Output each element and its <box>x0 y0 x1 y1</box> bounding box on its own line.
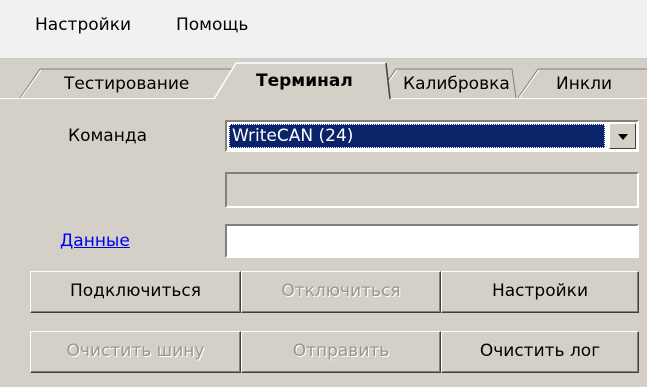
command-combobox[interactable]: WriteCAN (24) <box>225 120 639 152</box>
connect-button[interactable]: Подключиться <box>30 271 241 313</box>
secondary-readonly-field <box>225 172 639 208</box>
menu-bar: Настройки Помощь <box>0 0 647 59</box>
menu-settings[interactable]: Настройки <box>35 15 131 35</box>
data-link[interactable]: Данные <box>60 231 130 251</box>
clear-bus-button[interactable]: Очистить шину <box>30 331 241 373</box>
command-dropdown-button[interactable] <box>609 123 636 149</box>
tab-calibration-label: Калибровка <box>403 74 510 94</box>
data-input[interactable] <box>227 226 637 256</box>
clear-log-button[interactable]: Очистить лог <box>441 331 639 373</box>
send-button[interactable]: Отправить <box>241 331 441 373</box>
command-selected-value: WriteCAN (24) <box>229 124 605 148</box>
data-field-frame <box>225 224 639 258</box>
tab-terminal-label: Терминал <box>256 71 353 91</box>
command-label: Команда <box>68 126 147 146</box>
disconnect-button[interactable]: Отключиться <box>241 271 441 313</box>
tab-testing[interactable]: Тестирование <box>19 68 240 99</box>
menu-help[interactable]: Помощь <box>176 15 248 35</box>
chevron-down-icon <box>618 134 628 140</box>
settings-button[interactable]: Настройки <box>441 271 639 313</box>
tab-inclinometer[interactable]: Инкли <box>517 68 647 99</box>
tab-inclinometer-label: Инкли <box>556 74 613 94</box>
tab-calibration[interactable]: Калибровка <box>375 68 517 99</box>
tab-strip: Тестирование Калибровка Инкли Терминал <box>0 58 647 100</box>
tab-terminal[interactable]: Терминал <box>213 62 392 100</box>
tab-testing-label: Тестирование <box>64 74 190 94</box>
